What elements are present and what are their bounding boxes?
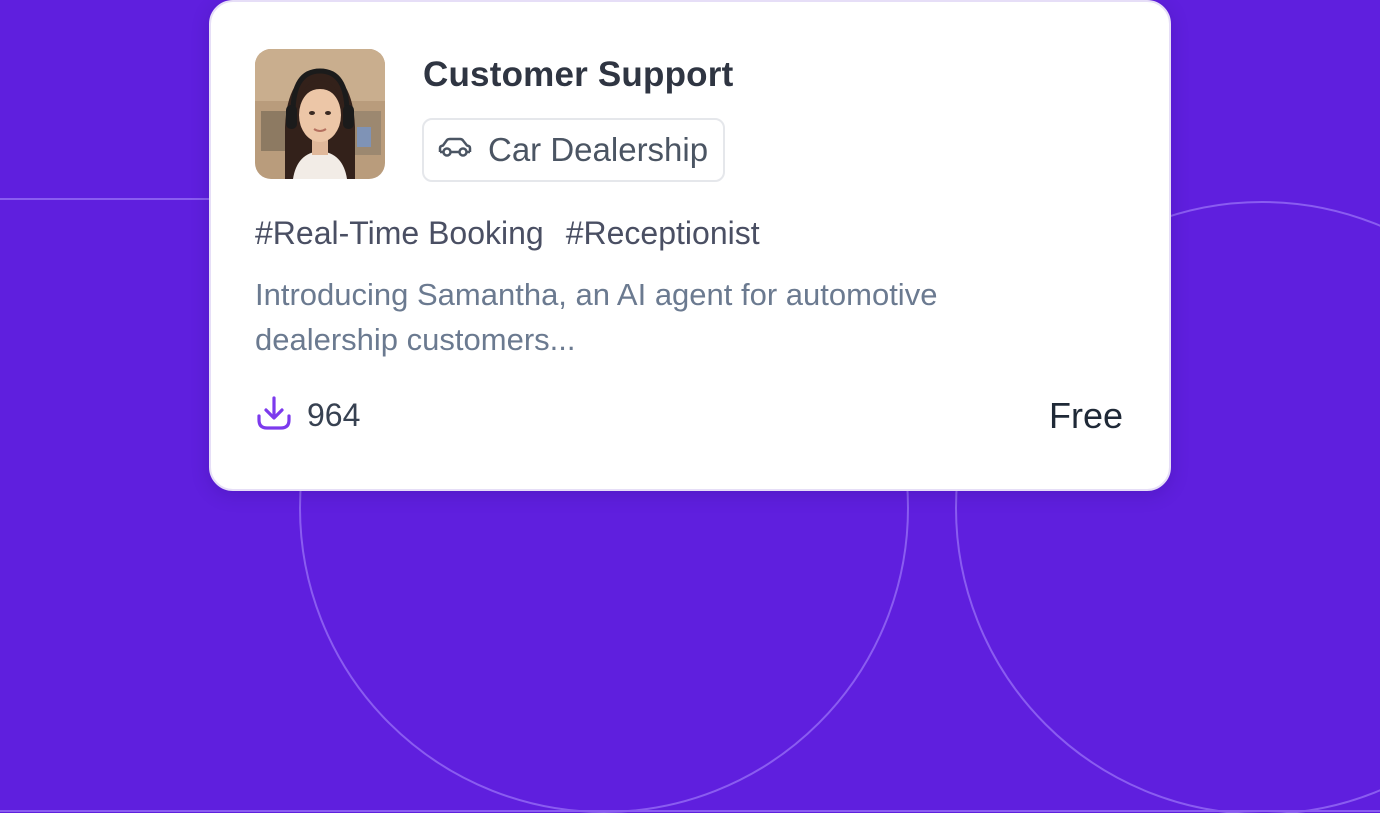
category-label: Car Dealership [488,131,709,168]
agent-card[interactable]: Customer Support Car Dealership #Real-Ti… [209,0,1171,491]
avatar [255,49,385,179]
car-icon [437,136,473,165]
agent-title: Customer Support [423,55,734,94]
tag-real-time-booking[interactable]: #Real-Time Booking [255,215,544,252]
agent-description: Introducing Samantha, an AI agent for au… [255,277,938,357]
download-icon [255,395,293,436]
tag-list: #Real-Time Booking #Receptionist [255,215,760,252]
price-label: Free [1048,395,1123,436]
download-stats: 964 [255,395,360,436]
download-count: 964 [307,397,361,433]
category-chip[interactable]: Car Dealership [422,118,726,182]
tag-receptionist[interactable]: #Receptionist [566,215,760,252]
